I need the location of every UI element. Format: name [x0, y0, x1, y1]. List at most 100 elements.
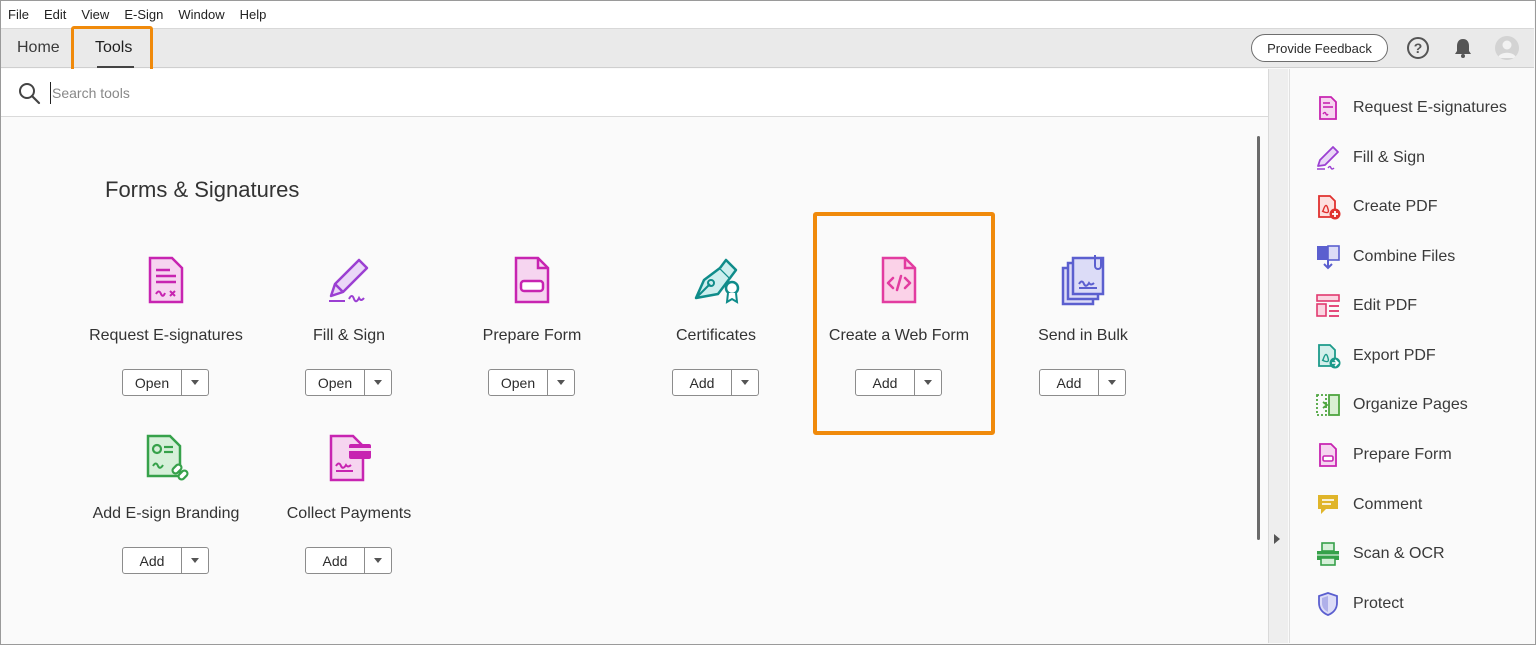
add-button[interactable]: Add [1040, 370, 1099, 395]
user-avatar-icon[interactable] [1495, 36, 1519, 60]
tool-action-button: Add [305, 547, 392, 574]
tool-card-certificates: Certificates Add [616, 254, 816, 399]
rail-item-prepare-form[interactable]: Prepare Form [1314, 440, 1452, 470]
rail-item-label: Combine Files [1353, 248, 1456, 265]
tool-card-request-esignatures: Request E-signatures Open [66, 254, 266, 399]
send-in-bulk-icon[interactable] [1057, 254, 1109, 306]
rail-item-fill-sign[interactable]: Fill & Sign [1314, 143, 1425, 173]
rail-item-organize-pages[interactable]: Organize Pages [1314, 390, 1468, 420]
scrollbar[interactable] [1252, 118, 1268, 643]
menu-edit[interactable]: Edit [44, 7, 66, 22]
menu-bar: File Edit View E-Sign Window Help [1, 1, 1534, 29]
chevron-down-icon [191, 380, 199, 385]
scrollbar-thumb[interactable] [1257, 136, 1260, 540]
chevron-down-icon [741, 380, 749, 385]
open-button[interactable]: Open [489, 370, 548, 395]
rail-item-protect[interactable]: Protect [1314, 589, 1404, 619]
add-button[interactable]: Add [673, 370, 732, 395]
comment-icon [1318, 495, 1338, 514]
rail-item-combine-files[interactable]: Combine Files [1314, 242, 1455, 272]
dropdown-button[interactable] [732, 370, 758, 395]
tool-card-fill-sign: Fill & Sign Open [249, 254, 449, 399]
rail-item-request-esignatures[interactable]: Request E-signatures [1314, 93, 1507, 123]
add-button[interactable]: Add [123, 548, 182, 573]
rail-collapse-strip[interactable] [1268, 69, 1288, 643]
web-form-highlight [813, 212, 995, 435]
tool-action-button: Open [305, 369, 392, 396]
organize-pages-icon [1316, 394, 1340, 416]
dropdown-button[interactable] [548, 370, 574, 395]
dropdown-button[interactable] [365, 548, 391, 573]
prepare-form-icon[interactable] [506, 254, 558, 306]
create-pdf-icon [1318, 195, 1341, 220]
tool-card-send-in-bulk: Send in Bulk Add [983, 254, 1183, 399]
chevron-down-icon [1108, 380, 1116, 385]
bell-icon[interactable] [1452, 37, 1474, 59]
fill-sign-icon [1317, 146, 1339, 170]
rail-item-label: Export PDF [1353, 347, 1436, 364]
tool-label: Request E-signatures [89, 327, 243, 344]
request-esignatures-icon [1319, 96, 1337, 120]
tool-card-collect-payments: Collect Payments Add [249, 432, 449, 577]
tool-label: Add E-sign Branding [92, 505, 240, 522]
rail-item-export-pdf[interactable]: Export PDF [1314, 341, 1436, 371]
dropdown-button[interactable] [182, 548, 208, 573]
provide-feedback-button[interactable]: Provide Feedback [1251, 34, 1388, 62]
search-input[interactable] [50, 82, 450, 104]
menu-view[interactable]: View [81, 7, 109, 22]
collect-payments-icon[interactable] [323, 432, 375, 484]
question-circle-icon[interactable]: ? [1407, 37, 1429, 59]
search-icon [19, 83, 41, 105]
section-title: Forms & Signatures [105, 177, 300, 202]
menu-file[interactable]: File [8, 7, 29, 22]
tool-label: Fill & Sign [312, 327, 386, 344]
rail-item-label: Scan & OCR [1353, 545, 1445, 562]
certificates-icon[interactable] [690, 254, 742, 306]
shield-icon [1318, 592, 1338, 616]
menu-help[interactable]: Help [240, 7, 267, 22]
rail-item-create-pdf[interactable]: Create PDF [1314, 192, 1437, 222]
tool-action-button: Add [122, 547, 209, 574]
edit-pdf-icon [1316, 294, 1340, 317]
open-button[interactable]: Open [306, 370, 365, 395]
chevron-down-icon [374, 558, 382, 563]
rail-item-label: Fill & Sign [1353, 149, 1426, 166]
dropdown-button[interactable] [365, 370, 391, 395]
tool-label: Collect Payments [286, 505, 412, 522]
dropdown-button[interactable] [1099, 370, 1125, 395]
expand-arrow-icon[interactable] [1274, 534, 1280, 544]
chevron-down-icon [374, 380, 382, 385]
search-bar [1, 69, 1268, 117]
tool-label: Send in Bulk [1038, 327, 1128, 344]
dropdown-button[interactable] [182, 370, 208, 395]
export-pdf-icon [1318, 344, 1341, 369]
tool-card-prepare-form: Prepare Form Open [432, 254, 632, 399]
rail-item-comment[interactable]: Comment [1314, 490, 1422, 520]
chevron-down-icon [191, 558, 199, 563]
tool-label: Certificates [675, 327, 757, 344]
fill-sign-icon[interactable] [323, 254, 375, 306]
rail-item-label: Edit PDF [1353, 297, 1418, 314]
rail-item-label: Organize Pages [1353, 396, 1468, 413]
menu-window[interactable]: Window [178, 7, 224, 22]
prepare-form-icon [1319, 443, 1337, 467]
rail-item-label: Comment [1353, 496, 1423, 513]
tool-action-button: Add [1039, 369, 1126, 396]
menu-esign[interactable]: E-Sign [124, 7, 163, 22]
tab-home[interactable]: Home [17, 39, 60, 57]
rail-item-label: Create PDF [1353, 198, 1438, 215]
right-tools-rail: Request E-signatures Fill & Sign Create … [1289, 69, 1535, 643]
esign-branding-icon[interactable] [140, 432, 192, 484]
rail-item-scan-ocr[interactable]: Scan & OCR [1314, 539, 1445, 569]
rail-item-edit-pdf[interactable]: Edit PDF [1314, 291, 1417, 321]
open-button[interactable]: Open [123, 370, 182, 395]
tool-card-esign-branding: Add E-sign Branding Add [66, 432, 266, 577]
tool-action-button: Add [672, 369, 759, 396]
scan-ocr-icon [1317, 542, 1339, 566]
request-esignatures-icon[interactable] [140, 254, 192, 306]
tool-label: Prepare Form [482, 327, 582, 344]
tool-action-button: Open [122, 369, 209, 396]
rail-item-label: Protect [1353, 595, 1404, 612]
add-button[interactable]: Add [306, 548, 365, 573]
combine-files-icon [1317, 245, 1340, 270]
